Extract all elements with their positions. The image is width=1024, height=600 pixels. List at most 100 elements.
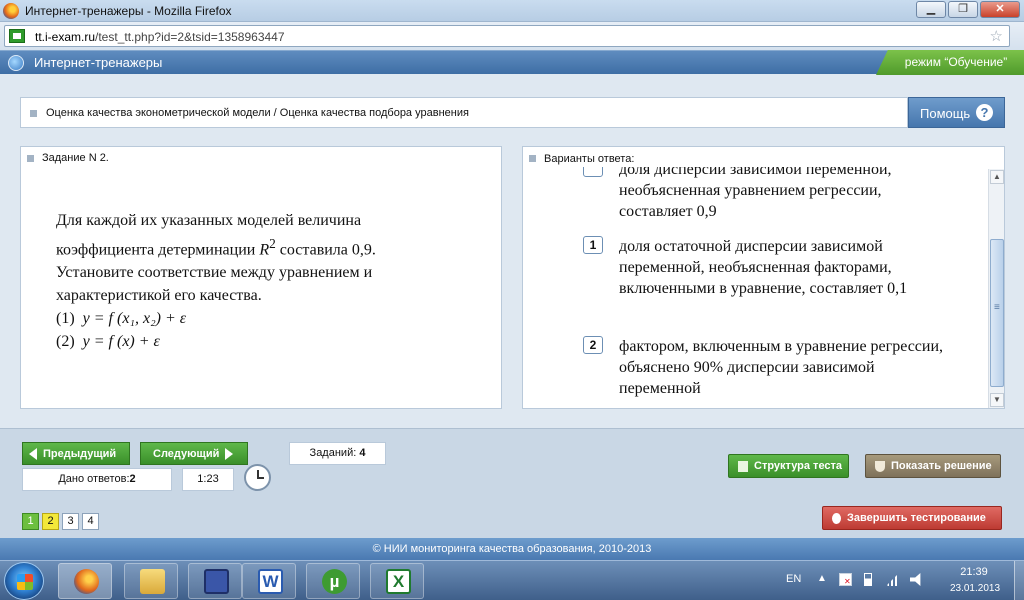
equation-label: (1) — [56, 310, 75, 328]
folder-icon — [140, 569, 165, 594]
equation-formula: y = f (x₁, x₂) + ε — [82, 310, 187, 328]
task-line: Установите соответствие между уравнением… — [56, 264, 373, 282]
clock-icon — [244, 464, 271, 491]
test-structure-label: Структура теста — [754, 460, 843, 472]
answer-option[interactable]: фактором, включенным в уравнение регресс… — [619, 336, 949, 399]
language-indicator[interactable]: EN — [786, 573, 801, 585]
answer-match-box[interactable]: 2 — [583, 336, 603, 354]
scroll-up-arrow-icon[interactable]: ▲ — [990, 170, 1004, 184]
next-label: Следующий — [153, 447, 220, 460]
equation-label: (2) — [56, 333, 75, 351]
battery-icon[interactable] — [864, 573, 872, 586]
start-button[interactable] — [4, 562, 44, 600]
answer-match-box[interactable]: 1 — [583, 236, 603, 254]
url-path: /test_tt.php?id=2&tsid=1358963447 — [95, 30, 285, 44]
list-icon — [738, 460, 748, 472]
breadcrumb-text: Оценка качества эконометрической модели … — [46, 107, 469, 119]
bullet-square-icon — [27, 154, 34, 162]
answers-scrollbar[interactable]: ▲ ▼ — [988, 169, 1004, 408]
help-button[interactable]: Помощь ? — [908, 97, 1005, 128]
superscript: 2 — [269, 236, 276, 251]
address-bar[interactable]: tt.i-exam.ru/test_tt.php?id=2&tsid=13589… — [4, 25, 1010, 47]
timer-display: 1:23 — [182, 468, 234, 491]
answer-option[interactable]: доля остаточной дисперсии зависимой пере… — [619, 236, 949, 299]
window-title: Интернет-тренажеры - Mozilla Firefox — [25, 4, 232, 18]
copyright-footer: © НИИ мониторинга качества образования, … — [0, 538, 1024, 560]
taskbar-save-app[interactable] — [188, 563, 242, 599]
site-identity-icon[interactable] — [9, 29, 25, 43]
previous-label: Предыдущий — [43, 447, 117, 460]
r-squared-symbol: R — [259, 241, 270, 259]
next-button[interactable]: Следующий — [140, 442, 248, 465]
page-2-button[interactable]: 2 — [42, 513, 59, 530]
equation-formula: y = f (x) + ε — [82, 333, 160, 351]
window-controls: ▁ ❐ ✕ — [916, 1, 1020, 18]
page-1-button[interactable]: 1 — [22, 513, 39, 530]
taskbar-word[interactable]: W — [242, 563, 296, 599]
mode-badge: режим “Обучение” — [876, 50, 1024, 75]
task-panel: Задание N 2. Для каждой их указанных мод… — [20, 146, 502, 409]
scroll-thumb[interactable] — [990, 239, 1004, 387]
answers-list[interactable]: доля дисперсии зависимой переменной, нео… — [523, 167, 988, 408]
task-number: Задание N 2. — [42, 152, 109, 164]
arrow-left-icon — [29, 447, 37, 460]
show-desktop-button[interactable] — [1014, 561, 1024, 600]
navigation-toolbar: tt.i-exam.ru/test_tt.php?id=2&tsid=13589… — [0, 22, 1024, 50]
show-hidden-icons-icon[interactable]: ▲ — [817, 573, 827, 584]
utorrent-icon: µ — [322, 569, 347, 594]
task-text-part: составила 0,9. — [275, 241, 376, 259]
app-logo-icon — [8, 55, 24, 71]
taskbar-firefox[interactable] — [58, 563, 112, 599]
tasks-count: Заданий: 4 — [289, 442, 386, 465]
task-line: Для каждой их указанных моделей величина — [56, 212, 362, 229]
word-icon: W — [258, 569, 283, 594]
finish-test-button[interactable]: Завершить тестирование — [822, 506, 1002, 530]
taskbar-utorrent[interactable]: µ — [306, 563, 360, 599]
excel-icon: X — [386, 569, 411, 594]
bullet-square-icon — [529, 155, 536, 162]
bookmark-star-icon[interactable]: ☆ — [990, 27, 1003, 45]
finish-test-label: Завершить тестирование — [847, 512, 986, 524]
task-text-part: коэффициента детерминации — [56, 241, 260, 259]
running-man-icon — [832, 512, 841, 524]
show-solution-button[interactable]: Показать решение — [865, 454, 1001, 478]
task-line: коэффициента детерминации R2 составила 0… — [56, 232, 456, 261]
taskbar-explorer[interactable] — [124, 563, 178, 599]
task-line: характеристикой его качества. — [56, 287, 262, 305]
scroll-down-arrow-icon[interactable]: ▼ — [990, 393, 1004, 407]
page-4-button[interactable]: 4 — [82, 513, 99, 530]
window-titlebar[interactable]: Интернет-тренажеры - Mozilla Firefox ▁ ❐… — [0, 0, 1024, 22]
url-text[interactable]: tt.i-exam.ru/test_tt.php?id=2&tsid=13589… — [35, 30, 285, 44]
equation-1: (1) y = f (x₁, x₂) + ε — [56, 307, 456, 330]
tasks-value: 4 — [359, 447, 366, 459]
show-solution-label: Показать решение — [891, 460, 992, 472]
tasks-label: Заданий: — [309, 447, 357, 459]
page-3-button[interactable]: 3 — [62, 513, 79, 530]
answers-panel-header: Варианты ответа: — [523, 147, 983, 165]
answered-value: 2 — [129, 473, 136, 485]
task-panel-header: Задание N 2. — [27, 152, 109, 164]
volume-icon[interactable] — [910, 573, 921, 586]
answer-option[interactable]: доля дисперсии зависимой переменной, нео… — [619, 167, 949, 222]
app-header: Интернет-тренажеры режим “Обучение” — [0, 50, 1024, 75]
previous-button[interactable]: Предыдущий — [22, 442, 130, 465]
test-structure-button[interactable]: Структура теста — [728, 454, 849, 478]
action-center-flag-icon[interactable] — [839, 573, 852, 586]
answers-title: Варианты ответа: — [544, 152, 635, 165]
close-button[interactable]: ✕ — [980, 1, 1020, 18]
arrow-right-icon — [225, 447, 234, 460]
task-text: Для каждой их указанных моделей величина… — [56, 209, 456, 353]
floppy-disk-icon — [204, 569, 229, 594]
restore-button[interactable]: ❐ — [948, 1, 978, 18]
answered-count: Дано ответов:2 — [22, 468, 172, 491]
clock-time[interactable]: 21:39 — [952, 566, 996, 578]
answer-match-box[interactable] — [583, 167, 603, 177]
book-icon — [875, 460, 885, 472]
minimize-button[interactable]: ▁ — [916, 1, 946, 18]
breadcrumb: Оценка качества эконометрической модели … — [20, 97, 908, 128]
clock-date[interactable]: 23.01.2013 — [942, 583, 1008, 594]
taskbar-excel[interactable]: X — [370, 563, 424, 599]
network-signal-icon[interactable] — [886, 573, 899, 586]
help-label: Помощь — [920, 106, 971, 121]
bullet-square-icon — [30, 110, 37, 117]
